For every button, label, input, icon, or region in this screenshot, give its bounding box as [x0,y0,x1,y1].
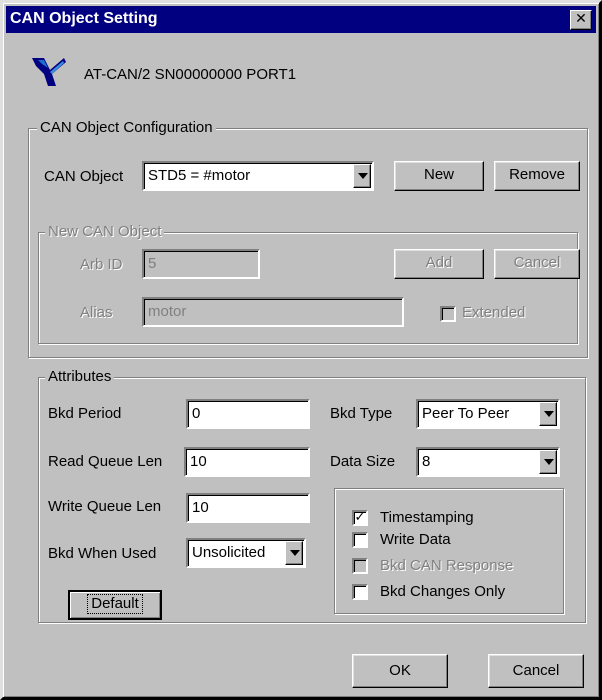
bkd-when-used-label: Bkd When Used [48,545,157,562]
can-object-configuration-label: CAN Object Configuration [37,119,216,136]
bkd-type-label: Bkd Type [330,405,393,422]
cancel-button[interactable]: Cancel [488,654,584,688]
bkd-period-field[interactable]: 0 [186,399,310,429]
timestamping-label: Timestamping [380,509,474,526]
window-title: CAN Object Setting [10,10,158,27]
write-data-label: Write Data [380,531,451,548]
arb-id-label: Arb ID [80,256,123,273]
title-bar[interactable]: CAN Object Setting ✕ [6,6,596,33]
chevron-down-icon[interactable] [353,164,371,188]
alias-field[interactable]: motor [142,297,404,327]
bkd-type-select[interactable]: Peer To Peer [416,399,560,429]
data-size-label: Data Size [330,453,396,470]
write-queue-len-label: Write Queue Len [48,498,162,515]
add-button[interactable]: Add [394,249,484,279]
bkd-changes-only-checkbox[interactable] [352,584,368,600]
check-icon: ✓ [354,510,366,525]
write-data-checkbox[interactable] [352,532,368,548]
alias-label: Alias [80,304,113,321]
extended-checkbox[interactable] [440,306,456,322]
default-button[interactable]: Default [68,590,162,620]
device-info: AT-CAN/2 SN00000000 PORT1 [84,66,297,83]
chevron-down-icon[interactable] [539,450,557,474]
timestamping-checkbox[interactable]: ✓ [352,510,368,526]
bkd-when-used-select[interactable]: Unsolicited [186,538,306,568]
close-button[interactable]: ✕ [570,10,592,30]
ni-eagle-icon [32,58,66,86]
default-button-label: Default [87,594,143,614]
bkd-type-value: Peer To Peer [422,405,510,422]
bkd-period-label: Bkd Period [48,405,122,422]
read-queue-len-field[interactable]: 10 [184,447,310,477]
can-object-label: CAN Object [44,168,124,185]
attributes-label: Attributes [45,368,115,385]
chevron-down-icon[interactable] [285,541,303,565]
can-object-select[interactable]: STD5 = #motor [142,161,374,191]
ok-button[interactable]: OK [352,654,448,688]
remove-button[interactable]: Remove [494,161,580,191]
new-button[interactable]: New [394,161,484,191]
data-size-select[interactable]: 8 [416,447,560,477]
bkd-when-used-value: Unsolicited [192,544,266,561]
data-size-value: 8 [422,453,431,470]
read-queue-len-label: Read Queue Len [48,453,163,470]
bkd-can-response-checkbox[interactable] [352,558,368,574]
bkd-changes-only-label: Bkd Changes Only [380,583,506,600]
new-object-cancel-button[interactable]: Cancel [494,249,580,279]
chevron-down-icon[interactable] [539,402,557,426]
new-can-object-label: New CAN Object [45,223,165,240]
bkd-can-response-label: Bkd CAN Response [380,557,514,574]
write-queue-len-field[interactable]: 10 [186,493,310,523]
can-object-value: STD5 = #motor [148,167,251,184]
arb-id-field[interactable]: 5 [142,249,260,279]
extended-label: Extended [462,304,526,321]
